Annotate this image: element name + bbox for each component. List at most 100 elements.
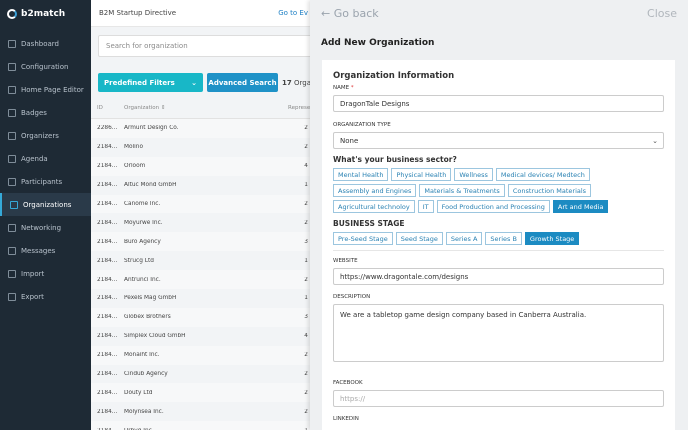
facebook-field[interactable]: https://: [333, 390, 664, 407]
sector-tag-food-production-and-processing[interactable]: Food Production and Processing: [436, 200, 550, 213]
organizations-icon: [10, 200, 18, 209]
close-button[interactable]: Close: [647, 7, 677, 20]
sector-tag-wellness[interactable]: Wellness: [454, 168, 493, 181]
stage-tag-growth-stage[interactable]: Growth Stage: [524, 232, 580, 245]
row-id: 2184...: [97, 276, 118, 283]
sidebar-nav: Dashboard Configuration Home Page Editor Ba…: [0, 32, 91, 308]
row-id: 2286...: [97, 125, 118, 132]
sector-tag-assembly-and-engines[interactable]: Assembly and Engines: [333, 184, 417, 197]
organization-type-select[interactable]: None ⌄: [333, 132, 664, 149]
table-row[interactable]: 2184... Strucg Ltd 1: [91, 251, 310, 270]
add-organization-panel: ← Go back Close Add New Organization Org…: [310, 0, 688, 430]
table-row[interactable]: 2184... Molynsea Inc. 2: [91, 402, 310, 421]
name-field[interactable]: DragonTale Designs: [333, 95, 664, 112]
table-row[interactable]: 2184...Urbyg Inc.1: [91, 421, 310, 430]
stage-tag-seed-stage[interactable]: Seed Stage: [395, 232, 443, 245]
search-input[interactable]: Search for organization: [98, 35, 310, 57]
sidebar-item-organizers[interactable]: Organizers: [0, 124, 91, 147]
sector-tag-agricultural-technoloy[interactable]: Agricultural technoloy: [333, 200, 415, 213]
stage-tag-series-a[interactable]: Series A: [445, 232, 483, 245]
table-row[interactable]: 2184... Simplex Cloud GmbH 4: [91, 327, 310, 346]
organization-type-label: ORGANIZATION TYPE: [333, 122, 391, 128]
go-back-label: Go back: [333, 7, 379, 20]
table-row[interactable]: 2184... Molino 2: [91, 138, 310, 157]
go-to-event-link[interactable]: Go to Ev: [278, 9, 308, 17]
column-organization[interactable]: Organization ⇕: [118, 105, 288, 111]
sidebar-item-import[interactable]: Import: [0, 262, 91, 285]
table-row[interactable]: 2184... Canome Inc. 2: [91, 194, 310, 214]
networking-icon: [8, 223, 16, 232]
required-marker: *: [350, 85, 354, 91]
linkedin-label: LINKEDIN: [333, 416, 359, 422]
table-row[interactable]: 2184... Globex Brothers 3: [91, 307, 310, 327]
website-field[interactable]: https://www.dragontale.com/designs: [333, 268, 664, 285]
table-row[interactable]: 2184... Antrunci Inc. 2: [91, 270, 310, 290]
brand-name: b2match: [21, 9, 66, 19]
sidebar-item-participants[interactable]: Participants: [0, 170, 91, 193]
table-row[interactable]: 2184... Moyurwe Inc. 2: [91, 213, 310, 232]
table-row[interactable]: 2184... Buro Agency 3: [91, 232, 310, 252]
table-row[interactable]: 2286... Armunt Design Co. 2: [91, 119, 310, 138]
row-organization: Antrunci Inc.: [124, 276, 161, 283]
sidebar-item-networking[interactable]: Networking: [0, 216, 91, 239]
column-id[interactable]: ID: [91, 105, 118, 111]
organization-count: 17 Orga: [282, 79, 310, 87]
table-row[interactable]: 2184... Pexels Mag GmbH 1: [91, 289, 310, 308]
sector-tag-art-and-media[interactable]: Art and Media: [552, 200, 609, 213]
row-representatives: 3: [304, 314, 308, 321]
stage-tag-pre-seed-stage[interactable]: Pre-Seed Stage: [333, 232, 393, 245]
facebook-label: FACEBOOK: [333, 380, 363, 386]
sidebar-item-dashboard[interactable]: Dashboard: [0, 32, 91, 55]
sidebar-item-badges[interactable]: Badges: [0, 101, 91, 124]
sidebar-item-messages[interactable]: Messages: [0, 239, 91, 262]
brand-logo[interactable]: b2match: [0, 0, 91, 28]
sector-tag-construction-materials[interactable]: Construction Materials: [507, 184, 592, 197]
advanced-search-button[interactable]: Advanced Search: [207, 73, 278, 92]
table-row[interactable]: 2184... Monaiht Inc. 2: [91, 345, 310, 365]
sidebar-item-agenda[interactable]: Agenda: [0, 147, 91, 170]
panel-title: Add New Organization: [321, 38, 435, 48]
row-organization: Altuc Mond GmbH: [124, 182, 177, 189]
table-row[interactable]: 2184... Cindub Agency 2: [91, 365, 310, 384]
sidebar-item-label: Dashboard: [21, 39, 59, 48]
row-representatives: 4: [304, 333, 308, 340]
row-id: 2184...: [97, 238, 118, 245]
row-organization: Armunt Design Co.: [124, 125, 179, 132]
section-title: Organization Information: [333, 71, 455, 81]
sector-tag-physical-health[interactable]: Physical Health: [391, 168, 452, 181]
row-organization: Globex Brothers: [124, 314, 171, 321]
go-back-button[interactable]: ← Go back: [321, 7, 379, 20]
sidebar-item-organizations[interactable]: Organizations: [0, 193, 91, 216]
participants-icon: [8, 177, 16, 186]
row-representatives: 2: [304, 389, 308, 396]
row-representatives: 2: [304, 371, 308, 378]
sidebar-item-home-page-editor[interactable]: Home Page Editor: [0, 78, 91, 101]
row-id: 2184...: [97, 352, 118, 359]
export-icon: [8, 292, 16, 301]
name-label: NAME *: [333, 85, 664, 91]
row-organization: Pexels Mag GmbH: [124, 295, 177, 302]
sidebar-item-label: Messages: [21, 246, 56, 255]
sector-tag-it[interactable]: IT: [417, 200, 434, 213]
organizations-list: Search for organization Predefined Filte…: [91, 27, 310, 430]
stage-tag-series-b[interactable]: Series B: [485, 232, 522, 245]
sector-tag-mental-health[interactable]: Mental Health: [333, 168, 389, 181]
sector-tag-medical-devices-medtech[interactable]: Medical devices/ Medtech: [495, 168, 590, 181]
table-row[interactable]: 2184... Altuc Mond GmbH 1: [91, 176, 310, 195]
organizations-table: ID Organization ⇕ Represe 2286... Armunt …: [91, 97, 310, 430]
table-row[interactable]: 2184... Douty Ltd 2: [91, 383, 310, 403]
sector-tag-materials-treatments[interactable]: Materials & Treatments: [419, 184, 505, 197]
sidebar-item-configuration[interactable]: Configuration: [0, 55, 91, 78]
description-textarea[interactable]: We are a tabletop game design company ba…: [333, 304, 664, 362]
table-row[interactable]: 2184... Orloom 4: [91, 156, 310, 176]
chevron-down-icon: ⌄: [191, 78, 197, 87]
sidebar-item-label: Agenda: [21, 154, 48, 163]
table-body: 2286... Armunt Design Co. 2 2184... Molino 2 2…: [91, 119, 310, 430]
b2match-logo-icon: [7, 9, 17, 19]
sidebar-item-export[interactable]: Export: [0, 285, 91, 308]
sidebar-item-label: Organizations: [23, 200, 72, 209]
row-organization: Douty Ltd: [124, 389, 153, 396]
row-representatives: 1: [304, 295, 308, 302]
column-representatives[interactable]: Represe: [288, 105, 310, 111]
predefined-filters-button[interactable]: Predefined Filters ⌄: [98, 73, 203, 92]
